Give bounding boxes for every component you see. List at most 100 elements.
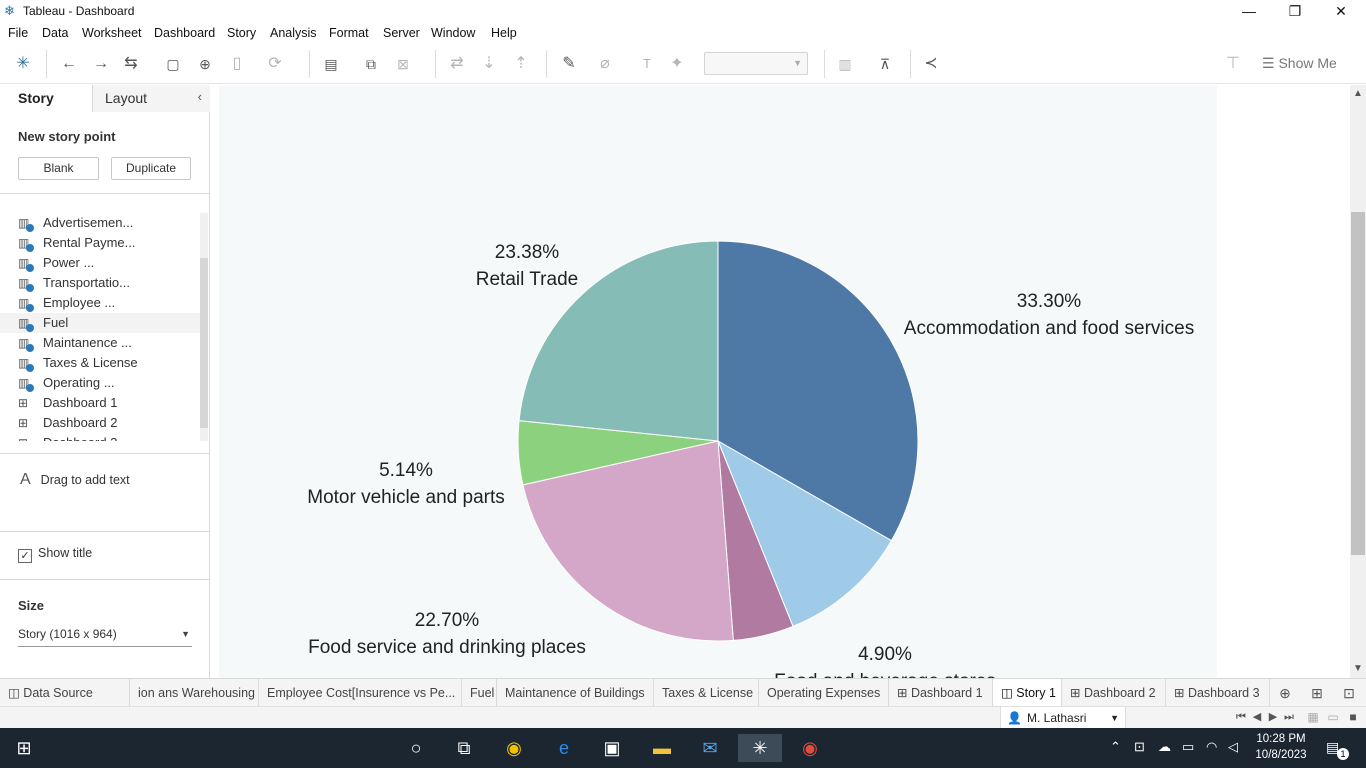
- menu-server[interactable]: Server: [383, 26, 420, 40]
- task-view-icon[interactable]: ⧉: [450, 734, 478, 762]
- group-icon[interactable]: ⌀: [594, 54, 616, 74]
- dashboard-icon: ⊞: [18, 396, 29, 410]
- canvas-scrollbar[interactable]: ▲ ▼: [1350, 85, 1366, 678]
- undo-icon[interactable]: ←: [58, 54, 80, 74]
- tab-story-1[interactable]: ◫ Story 1: [993, 679, 1062, 707]
- sheet-list-item[interactable]: ▥ Operating ...: [0, 373, 200, 393]
- sheet-list-item[interactable]: ⊞ Dashboard 2: [0, 413, 200, 433]
- restore-button[interactable]: ❐: [1272, 0, 1318, 22]
- tab-taxes[interactable]: Taxes & License: [654, 679, 759, 707]
- tableau-logo-icon[interactable]: ✳: [12, 54, 34, 74]
- sheet-list-item[interactable]: ▥ Fuel: [0, 313, 200, 333]
- security-icon[interactable]: ⊡: [1134, 739, 1145, 755]
- size-select[interactable]: Story (1016 x 964) ▼: [18, 627, 192, 647]
- menu-help[interactable]: Help: [491, 26, 517, 40]
- search-icon[interactable]: ○: [402, 734, 430, 762]
- tableau-taskbar-icon[interactable]: ✳: [738, 734, 782, 762]
- pause-updates-icon[interactable]: ▯: [226, 54, 248, 74]
- tab-dashboard-1[interactable]: ⊞ Dashboard 1: [889, 679, 993, 707]
- grid-view-icon[interactable]: ▦: [1302, 707, 1324, 727]
- system-clock[interactable]: 10:28 PM 10/8/2023: [1248, 731, 1314, 763]
- menu-data[interactable]: Data: [42, 26, 68, 40]
- show-cards-icon[interactable]: ▥: [834, 54, 856, 74]
- sheet-list-item[interactable]: ▥ Power ...: [0, 253, 200, 273]
- sort-ascending-icon[interactable]: ⇣: [478, 54, 500, 74]
- menu-window[interactable]: Window: [431, 26, 475, 40]
- menu-file[interactable]: File: [8, 26, 28, 40]
- pin-icon[interactable]: ✦: [666, 54, 688, 74]
- volume-icon[interactable]: ◁: [1228, 739, 1238, 755]
- close-button[interactable]: ✕: [1318, 0, 1364, 22]
- share-icon[interactable]: ≺: [920, 54, 942, 74]
- menu-dashboard[interactable]: Dashboard: [154, 26, 215, 40]
- battery-icon[interactable]: ▭: [1182, 739, 1194, 755]
- sheet-list-item[interactable]: ▥ Rental Payme...: [0, 233, 200, 253]
- user-menu[interactable]: 👤 M. Lathasri ▼: [1000, 707, 1126, 729]
- save-icon[interactable]: ▢: [162, 54, 184, 74]
- show-title-option[interactable]: ✓ Show title: [18, 546, 92, 563]
- collapse-pane-icon[interactable]: ‹: [198, 89, 202, 104]
- format-painter-icon[interactable]: ⊤: [1222, 54, 1244, 74]
- onedrive-icon[interactable]: ☁: [1158, 739, 1171, 755]
- sheet-list-item[interactable]: ⊞ Dashboard 3: [0, 433, 200, 441]
- windows-start-icon[interactable]: ⊞: [10, 734, 38, 762]
- tab-employee-cost[interactable]: Employee Cost[Insurence vs Pe...: [259, 679, 462, 707]
- filmstrip-view-icon[interactable]: ▭: [1322, 707, 1344, 727]
- tab-maintanence[interactable]: Maintanence of Buildings: [497, 679, 654, 707]
- sheet-list-item[interactable]: ⊞ Dashboard 1: [0, 393, 200, 413]
- scroll-up-icon[interactable]: ▲: [1353, 88, 1363, 99]
- mail-icon[interactable]: ✉: [696, 734, 724, 762]
- show-me-button[interactable]: ☰ Show Me: [1262, 55, 1337, 72]
- tab-story[interactable]: Story: [0, 85, 92, 112]
- duplicate-icon[interactable]: ⧉: [360, 54, 382, 74]
- sheet-list-item[interactable]: ▥ Transportatio...: [0, 273, 200, 293]
- blank-button[interactable]: Blank: [18, 157, 99, 180]
- sort-descending-icon[interactable]: ⇡: [510, 54, 532, 74]
- highlight-icon[interactable]: ✎: [558, 54, 580, 74]
- tab-layout[interactable]: Layout ‹: [92, 85, 210, 112]
- new-dashboard-icon[interactable]: ⊞: [1306, 683, 1328, 703]
- sheet-list-item[interactable]: ▥ Maintanence ...: [0, 333, 200, 353]
- sheet-list-item[interactable]: ▥ Taxes & License: [0, 353, 200, 373]
- last-sheet-icon[interactable]: ⏭: [1278, 707, 1300, 727]
- sheet-list-item[interactable]: ▥ Advertisemen...: [0, 213, 200, 233]
- tab-data-source[interactable]: ◫ Data Source: [0, 679, 130, 707]
- labels-icon[interactable]: T: [636, 54, 658, 74]
- file-explorer-icon[interactable]: ▬: [648, 734, 676, 762]
- chrome-icon[interactable]: ◉: [500, 734, 528, 762]
- refresh-icon[interactable]: ⟳: [264, 54, 286, 74]
- minimize-button[interactable]: —: [1226, 0, 1272, 22]
- new-worksheet-icon[interactable]: ⊕: [1274, 683, 1296, 703]
- new-worksheet-icon[interactable]: ▤: [320, 54, 342, 74]
- fit-dropdown[interactable]: ▼: [704, 52, 808, 75]
- scroll-down-icon[interactable]: ▼: [1353, 663, 1363, 674]
- menu-story[interactable]: Story: [227, 26, 256, 40]
- tab-fuel[interactable]: Fuel: [462, 679, 497, 707]
- new-story-icon[interactable]: ⊡: [1338, 683, 1360, 703]
- chrome-profile-icon[interactable]: ◉: [796, 734, 824, 762]
- canvas-scroll-thumb[interactable]: [1351, 212, 1365, 555]
- edge-icon[interactable]: e: [550, 734, 578, 762]
- store-icon[interactable]: ▣: [598, 734, 626, 762]
- replay-icon[interactable]: ⇆: [120, 54, 142, 74]
- swap-icon[interactable]: ⇄: [446, 54, 468, 74]
- menu-analysis[interactable]: Analysis: [270, 26, 317, 40]
- new-datasource-icon[interactable]: ⊕: [194, 54, 216, 74]
- redo-icon[interactable]: →: [90, 54, 112, 74]
- clear-icon[interactable]: ⊠: [392, 54, 414, 74]
- duplicate-button[interactable]: Duplicate: [111, 157, 191, 180]
- show-hidden-icons[interactable]: ⌃: [1110, 739, 1121, 755]
- tab-dashboard-2[interactable]: ⊞ Dashboard 2: [1062, 679, 1166, 707]
- sheet-list-scroll-thumb[interactable]: [200, 258, 208, 428]
- sheet-list-item[interactable]: ▥ Employee ...: [0, 293, 200, 313]
- tab-transportation[interactable]: ion ans Warehousing: [130, 679, 259, 707]
- wifi-icon[interactable]: ◠: [1206, 739, 1217, 755]
- menu-format[interactable]: Format: [329, 26, 369, 40]
- show-title-checkbox[interactable]: ✓: [18, 549, 32, 563]
- drag-text-item[interactable]: A Drag to add text: [20, 471, 130, 489]
- menu-worksheet[interactable]: Worksheet: [82, 26, 142, 40]
- tab-dashboard-3[interactable]: ⊞ Dashboard 3: [1166, 679, 1270, 707]
- tab-operating-expenses[interactable]: Operating Expenses: [759, 679, 889, 707]
- presentation-icon[interactable]: ⊼: [874, 54, 896, 74]
- tabs-view-icon[interactable]: ■: [1342, 707, 1364, 727]
